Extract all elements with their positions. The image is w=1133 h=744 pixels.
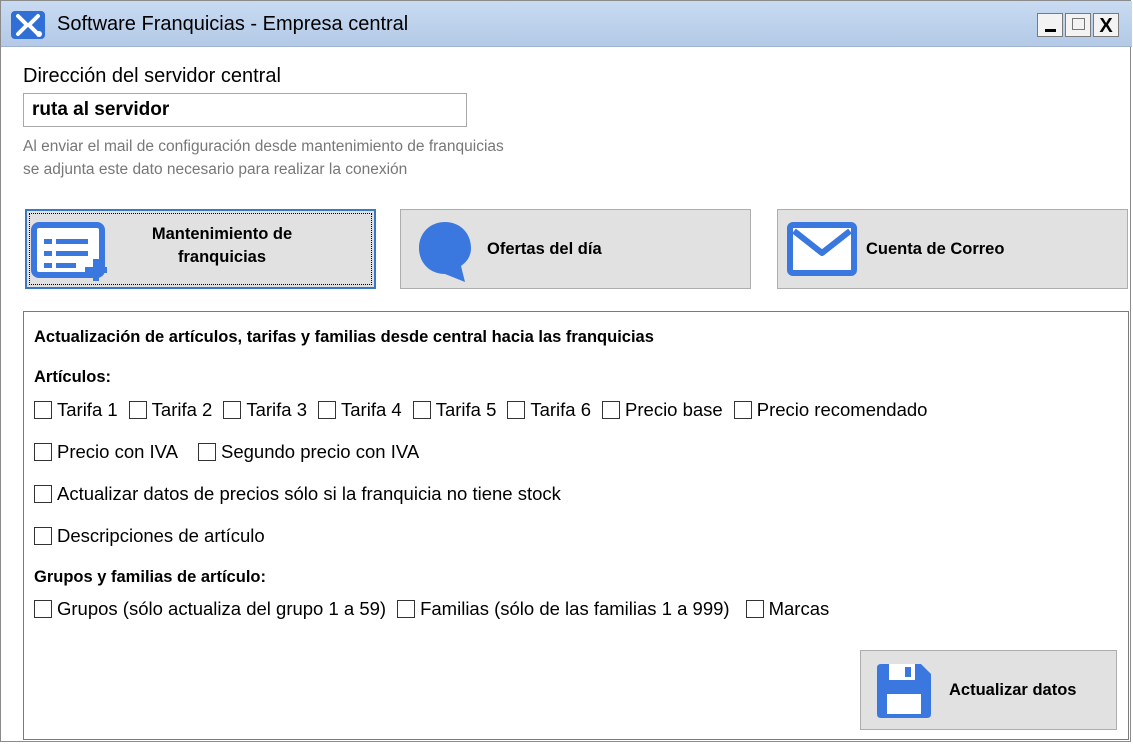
mail-icon bbox=[787, 222, 857, 276]
franchise-maintenance-button[interactable]: Mantenimiento de franquicias bbox=[25, 209, 376, 289]
server-address-input[interactable] bbox=[23, 93, 467, 127]
tarifa-4-label: Tarifa 4 bbox=[341, 399, 402, 420]
stock-option-row: Actualizar datos de precios sólo si la f… bbox=[34, 483, 572, 505]
tarifa-1-checkbox[interactable] bbox=[34, 401, 52, 419]
grupos-option[interactable]: Grupos (sólo actualiza del grupo 1 a 59) bbox=[34, 598, 386, 620]
vat-price-checkbox-row: Precio con IVA Segundo precio con IVA bbox=[34, 441, 430, 463]
marcas-option[interactable]: Marcas bbox=[745, 598, 830, 620]
minimize-icon bbox=[1045, 29, 1056, 32]
precio-iva-label: Precio con IVA bbox=[57, 441, 178, 462]
server-address-label: Dirección del servidor central bbox=[23, 65, 281, 87]
actualizar-sin-stock-label: Actualizar datos de precios sólo si la f… bbox=[57, 483, 561, 504]
groups-families-label: Grupos y familias de artículo: bbox=[34, 568, 266, 586]
tarifa-4-checkbox[interactable] bbox=[318, 401, 337, 419]
marcas-checkbox[interactable] bbox=[745, 600, 764, 618]
tarifa-2-option[interactable]: Tarifa 2 bbox=[128, 399, 213, 421]
franchise-maintenance-label: Mantenimiento de franquicias bbox=[137, 223, 307, 269]
list-add-icon bbox=[31, 222, 107, 281]
precio-base-label: Precio base bbox=[625, 399, 723, 420]
close-button[interactable]: X bbox=[1093, 13, 1119, 37]
window-title: Software Franquicias - Empresa central bbox=[57, 13, 409, 35]
tarifa-3-option[interactable]: Tarifa 3 bbox=[223, 399, 307, 421]
grupos-checkbox[interactable] bbox=[34, 600, 52, 618]
daily-offers-button[interactable]: Ofertas del día bbox=[400, 209, 751, 289]
precio-base-checkbox[interactable] bbox=[602, 401, 621, 419]
familias-option[interactable]: Familias (sólo de las familias 1 a 999) bbox=[397, 598, 730, 620]
segundo-precio-iva-option[interactable]: Segundo precio con IVA bbox=[198, 441, 419, 463]
floppy-disk-icon bbox=[877, 664, 931, 718]
tarifa-6-checkbox[interactable] bbox=[507, 401, 526, 419]
actualizar-sin-stock-checkbox[interactable] bbox=[34, 485, 52, 503]
familias-label: Familias (sólo de las familias 1 a 999) bbox=[420, 598, 730, 619]
maximize-button[interactable] bbox=[1065, 13, 1091, 37]
descripciones-label: Descripciones de artículo bbox=[57, 525, 265, 546]
franchise-maintenance-line1: Mantenimiento de bbox=[151, 225, 293, 243]
mail-account-button[interactable]: Cuenta de Correo bbox=[777, 209, 1128, 289]
app-logo-icon bbox=[11, 11, 45, 39]
mail-account-label: Cuenta de Correo bbox=[866, 240, 1005, 258]
tarifa-2-checkbox[interactable] bbox=[128, 401, 147, 419]
tarifa-1-label: Tarifa 1 bbox=[57, 399, 118, 420]
tarifa-5-option[interactable]: Tarifa 5 bbox=[412, 399, 497, 421]
tarifa-5-checkbox[interactable] bbox=[412, 401, 431, 419]
server-hint-line2: se adjunta este dato necesario para real… bbox=[23, 161, 408, 178]
groups-checkbox-row: Grupos (sólo actualiza del grupo 1 a 59)… bbox=[34, 598, 840, 620]
maximize-icon bbox=[1072, 18, 1085, 30]
main-window: Software Franquicias - Empresa central X… bbox=[0, 0, 1132, 742]
segundo-precio-iva-label: Segundo precio con IVA bbox=[221, 441, 420, 462]
tarifa-5-label: Tarifa 5 bbox=[435, 399, 497, 420]
descripciones-checkbox[interactable] bbox=[34, 527, 52, 545]
tarifa-6-option[interactable]: Tarifa 6 bbox=[507, 399, 591, 421]
tarifa-3-checkbox[interactable] bbox=[223, 401, 242, 419]
tarifa-6-label: Tarifa 6 bbox=[530, 399, 592, 420]
tarifa-2-label: Tarifa 2 bbox=[151, 399, 213, 420]
close-icon: X bbox=[1099, 15, 1113, 37]
tarifa-3-label: Tarifa 3 bbox=[246, 399, 308, 420]
grupos-label: Grupos (sólo actualiza del grupo 1 a 59) bbox=[57, 598, 387, 619]
precio-iva-option[interactable]: Precio con IVA bbox=[34, 441, 178, 463]
precio-base-option[interactable]: Precio base bbox=[602, 399, 723, 421]
actualizar-sin-stock-option[interactable]: Actualizar datos de precios sólo si la f… bbox=[34, 483, 561, 505]
segundo-precio-iva-checkbox[interactable] bbox=[198, 443, 216, 461]
franchise-maintenance-line2: franquicias bbox=[177, 248, 267, 266]
marcas-label: Marcas bbox=[768, 598, 830, 619]
familias-checkbox[interactable] bbox=[397, 600, 416, 618]
update-panel-heading: Actualización de artículos, tarifas y fa… bbox=[34, 328, 654, 346]
precio-iva-checkbox[interactable] bbox=[34, 443, 52, 461]
server-hint-line1: Al enviar el mail de configuración desde… bbox=[23, 138, 504, 155]
update-data-button[interactable]: Actualizar datos bbox=[860, 650, 1117, 730]
tarifa-1-option[interactable]: Tarifa 1 bbox=[34, 399, 118, 421]
descriptions-option-row: Descripciones de artículo bbox=[34, 525, 276, 547]
tariff-checkbox-row: Tarifa 1 Tarifa 2 Tarifa 3 Tarifa 4 Tari… bbox=[34, 399, 938, 421]
precio-recomendado-option[interactable]: Precio recomendado bbox=[733, 399, 928, 421]
chat-bubble-icon bbox=[419, 222, 471, 282]
minimize-button[interactable] bbox=[1037, 13, 1063, 37]
articles-label: Artículos: bbox=[34, 368, 112, 386]
daily-offers-label: Ofertas del día bbox=[487, 240, 602, 258]
precio-recomendado-label: Precio recomendado bbox=[756, 399, 928, 420]
title-bar[interactable]: Software Franquicias - Empresa central X bbox=[1, 1, 1132, 47]
tarifa-4-option[interactable]: Tarifa 4 bbox=[318, 399, 402, 421]
descripciones-option[interactable]: Descripciones de artículo bbox=[34, 525, 265, 547]
update-data-label: Actualizar datos bbox=[949, 681, 1077, 699]
update-panel: Actualización de artículos, tarifas y fa… bbox=[23, 311, 1129, 740]
precio-recomendado-checkbox[interactable] bbox=[733, 401, 752, 419]
